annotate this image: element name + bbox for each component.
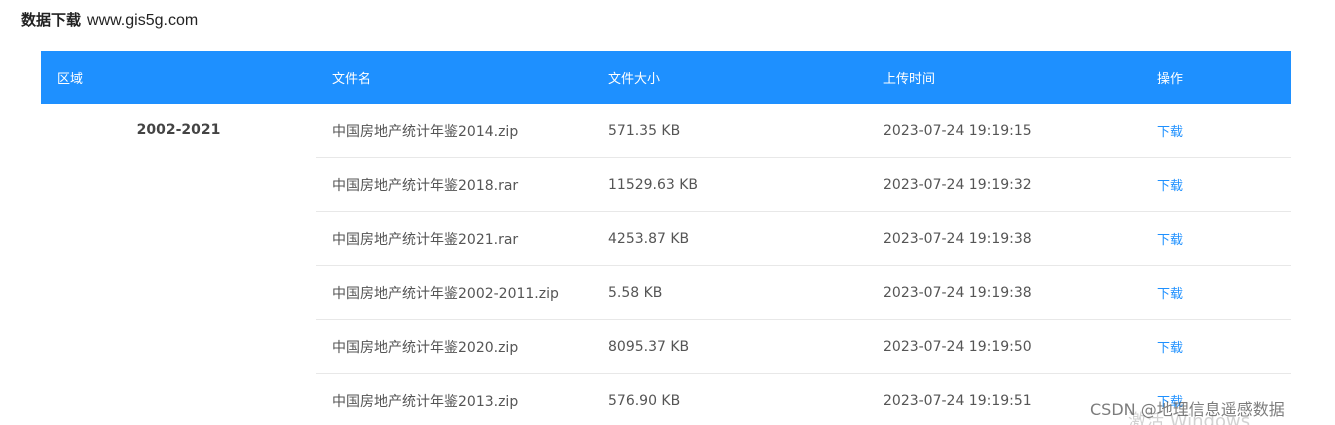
table-row: 中国房地产统计年鉴2002-2011.zip 5.58 KB 2023-07-2…: [316, 266, 1291, 320]
column-header-action: 操作: [1157, 72, 1184, 87]
download-link[interactable]: 下载: [1157, 179, 1183, 194]
file-name: 中国房地产统计年鉴2014.zip: [332, 123, 519, 140]
file-size: 4253.87 KB: [608, 230, 690, 247]
file-size: 8095.37 KB: [608, 338, 690, 355]
download-link[interactable]: 下载: [1157, 395, 1183, 410]
download-page: 数据下载 www.gis5g.com 区域 文件名 文件大小 上传时间 操作 20…: [0, 0, 1335, 425]
file-name: 中国房地产统计年鉴2013.zip: [332, 393, 519, 410]
file-size: 571.35 KB: [608, 122, 681, 139]
file-size: 11529.63 KB: [608, 176, 699, 193]
upload-time: 2023-07-24 19:19:38: [883, 230, 1032, 247]
file-name: 中国房地产统计年鉴2021.rar: [332, 231, 519, 248]
region-cell: 2002-2021: [136, 122, 221, 138]
table-row: 中国房地产统计年鉴2013.zip 576.90 KB 2023-07-24 1…: [316, 374, 1291, 425]
upload-time: 2023-07-24 19:19:15: [883, 122, 1032, 139]
file-name: 中国房地产统计年鉴2020.zip: [332, 339, 519, 356]
upload-time: 2023-07-24 19:19:51: [883, 392, 1032, 409]
upload-time: 2023-07-24 19:19:38: [883, 284, 1032, 301]
table-row: 中国房地产统计年鉴2021.rar 4253.87 KB 2023-07-24 …: [316, 212, 1291, 266]
file-name: 中国房地产统计年鉴2002-2011.zip: [332, 285, 559, 302]
upload-time: 2023-07-24 19:19:50: [883, 338, 1032, 355]
file-name: 中国房地产统计年鉴2018.rar: [332, 177, 519, 194]
column-header-filename: 文件名: [332, 72, 372, 87]
table-body: 2002-2021 中国房地产统计年鉴2014.zip 571.35 KB 20…: [41, 104, 1291, 425]
download-link[interactable]: 下载: [1157, 287, 1183, 302]
table-row: 中国房地产统计年鉴2018.rar 11529.63 KB 2023-07-24…: [316, 158, 1291, 212]
column-header-filesize: 文件大小: [608, 72, 661, 87]
download-link[interactable]: 下载: [1157, 233, 1183, 248]
file-rows: 中国房地产统计年鉴2014.zip 571.35 KB 2023-07-24 1…: [316, 104, 1291, 425]
table-header: 区域 文件名 文件大小 上传时间 操作: [41, 51, 1291, 104]
column-header-upload-time: 上传时间: [883, 72, 936, 87]
download-link[interactable]: 下载: [1157, 125, 1183, 140]
download-table: 区域 文件名 文件大小 上传时间 操作 2002-2021 中国房地产统计年鉴2…: [41, 51, 1291, 425]
file-size: 576.90 KB: [608, 392, 681, 409]
page-title-text: 数据下载: [21, 11, 82, 29]
column-header-region: 区域: [57, 72, 84, 87]
table-row: 中国房地产统计年鉴2020.zip 8095.37 KB 2023-07-24 …: [316, 320, 1291, 374]
download-link[interactable]: 下载: [1157, 341, 1183, 356]
table-row: 中国房地产统计年鉴2014.zip 571.35 KB 2023-07-24 1…: [316, 104, 1291, 158]
page-title: 数据下载 www.gis5g.com: [21, 9, 198, 31]
upload-time: 2023-07-24 19:19:32: [883, 176, 1032, 193]
file-size: 5.58 KB: [608, 284, 663, 301]
page-title-site: www.gis5g.com: [87, 12, 199, 29]
